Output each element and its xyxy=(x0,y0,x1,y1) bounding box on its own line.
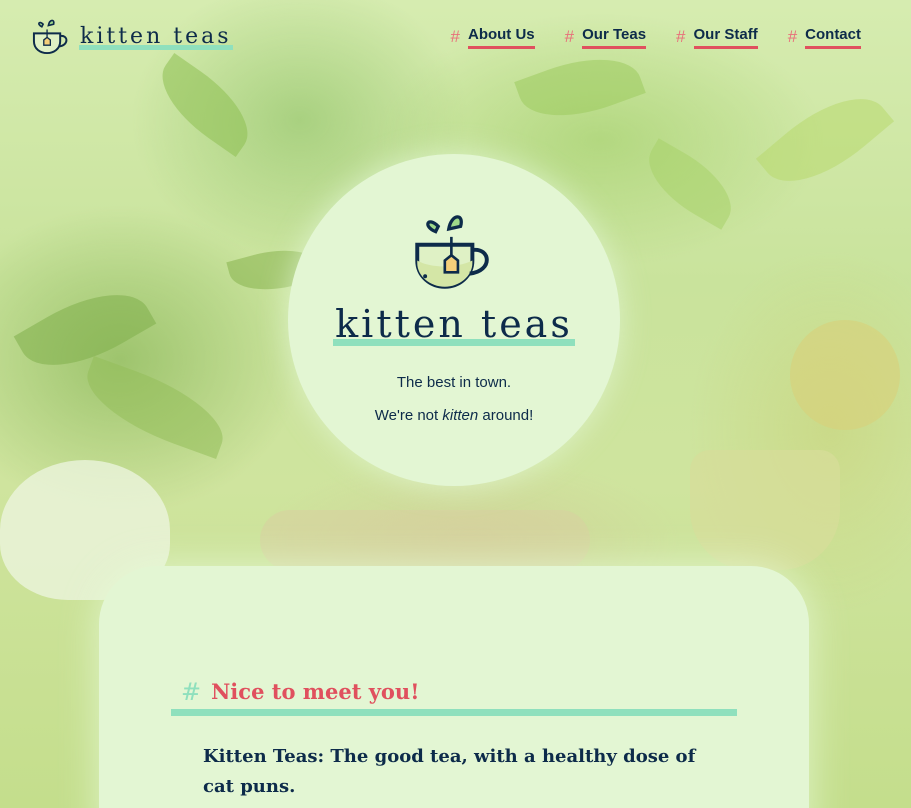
nav-label[interactable]: Contact xyxy=(805,24,861,49)
nav-contact[interactable]: # Contact xyxy=(788,24,861,49)
hash-icon: # xyxy=(564,26,575,46)
top-nav: kitten teas # About Us # Our Teas # Our … xyxy=(0,0,911,72)
hero-title: kitten teas xyxy=(288,302,620,348)
hash-icon: # xyxy=(676,26,686,46)
nav-about-us[interactable]: # About Us xyxy=(451,24,535,49)
hero-tagline: The best in town. xyxy=(396,374,512,391)
hero-circle: kitten teas The best in town. We're not … xyxy=(288,154,620,486)
teacup-icon xyxy=(32,19,68,55)
section-heading: # Nice to meet you! xyxy=(171,674,737,716)
brand-home-link[interactable]: kitten teas xyxy=(30,14,233,58)
nav-our-teas[interactable]: # Our Teas xyxy=(564,24,647,49)
hero-pun: We're not kitten around! xyxy=(288,407,620,424)
teacup-icon xyxy=(415,215,489,289)
hero-title-text: kitten teas xyxy=(333,302,575,348)
brand-name: kitten teas xyxy=(79,22,233,52)
nav-label[interactable]: Our Teas xyxy=(582,24,647,49)
content-card: # Nice to meet you! Kitten Teas: The goo… xyxy=(99,566,809,808)
hash-icon: # xyxy=(787,26,798,46)
nav-our-staff[interactable]: # Our Staff xyxy=(676,24,758,49)
hash-icon: # xyxy=(450,26,460,46)
nav-label[interactable]: About Us xyxy=(467,24,535,49)
hash-icon[interactable]: # xyxy=(181,678,201,706)
section-title: Nice to meet you! xyxy=(211,679,420,704)
pun-prefix: We're not xyxy=(374,407,443,424)
nav-label[interactable]: Our Staff xyxy=(693,24,758,49)
pun-suffix: around! xyxy=(478,407,534,424)
pun-emphasis: kitten xyxy=(442,407,479,424)
nav-links: # About Us # Our Teas # Our Staff # Cont… xyxy=(451,24,861,49)
section-body: Kitten Teas: The good tea, with a health… xyxy=(203,746,696,797)
